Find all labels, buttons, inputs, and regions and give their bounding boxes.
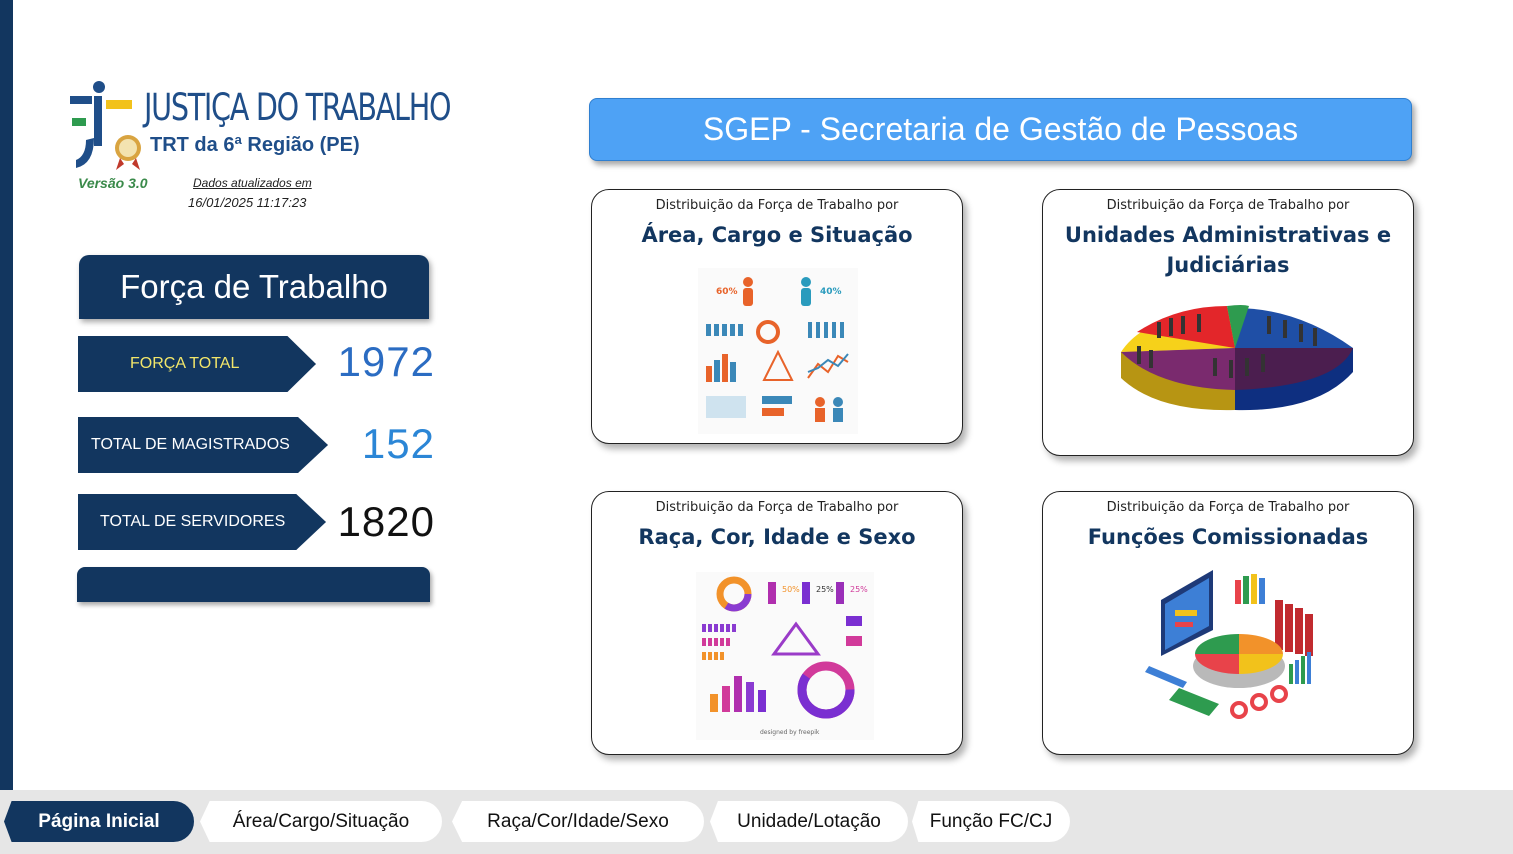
population-pie-chart-icon bbox=[1121, 305, 1353, 411]
card-title: Unidades Administrativas e Judiciárias bbox=[1064, 223, 1392, 277]
svg-text:50%: 50% bbox=[782, 585, 800, 594]
forca-trabalho-footer-bar bbox=[77, 567, 430, 602]
card-title: Funções Comissionadas bbox=[1087, 525, 1369, 549]
jt-emblem-icon bbox=[70, 81, 141, 170]
tab-funcao-fc-cj[interactable]: Função FC/CJ bbox=[912, 801, 1070, 842]
tab-area-cargo-situacao[interactable]: Área/Cargo/Situação bbox=[200, 801, 442, 842]
svg-text:25%: 25% bbox=[816, 585, 834, 594]
card-raca-cor-idade-sexo[interactable]: Distribuição da Força de Trabalho por Ra… bbox=[591, 491, 963, 755]
kpi-label-magistrados: TOTAL DE MAGISTRADOS bbox=[78, 417, 328, 473]
version-label: Versão 3.0 bbox=[78, 175, 148, 191]
forca-trabalho-header: Força de Trabalho bbox=[79, 255, 429, 319]
card-title: Área, Cargo e Situação bbox=[641, 223, 913, 247]
svg-text:60%: 60% bbox=[716, 287, 738, 297]
left-accent-stripe bbox=[0, 0, 13, 790]
card-subtitle: Distribuição da Força de Trabalho por bbox=[1106, 500, 1350, 515]
card-subtitle: Distribuição da Força de Trabalho por bbox=[1106, 198, 1350, 213]
updated-date: 16/01/2025 11:17:23 bbox=[188, 195, 307, 210]
card-subtitle: Distribuição da Força de Trabalho por bbox=[655, 500, 899, 515]
card-title: Raça, Cor, Idade e Sexo bbox=[638, 525, 916, 549]
kpi-label-forca-total: FORÇA TOTAL bbox=[78, 336, 316, 392]
kpi-label-servidores: TOTAL DE SERVIDORES bbox=[78, 494, 326, 550]
card-subtitle: Distribuição da Força de Trabalho por bbox=[655, 198, 899, 213]
kpi-value-forca-total: 1972 bbox=[337, 338, 435, 385]
finance-dashboard-illustration-icon bbox=[1145, 570, 1313, 719]
card-funcoes-comissionadas[interactable]: Distribuição da Força de Trabalho por Fu… bbox=[1042, 491, 1414, 755]
svg-text:25%: 25% bbox=[850, 585, 868, 594]
gender-age-infographic-icon: 50% 25% 25% designed by freepik bbox=[696, 572, 874, 740]
tab-pagina-inicial[interactable]: Página Inicial bbox=[4, 801, 194, 842]
svg-text:designed by freepik: designed by freepik bbox=[760, 729, 820, 736]
tab-unidade-lotacao[interactable]: Unidade/Lotação bbox=[710, 801, 908, 842]
demographics-infographic-icon: 60% 40% bbox=[698, 268, 858, 434]
card-area-cargo-situacao[interactable]: Distribuição da Força de Trabalho por Ár… bbox=[591, 189, 963, 444]
card-unidades[interactable]: Distribuição da Força de Trabalho por Un… bbox=[1042, 189, 1414, 456]
bottom-navigation: Página Inicial Área/Cargo/Situação Raça/… bbox=[0, 790, 1513, 854]
sgep-banner: SGEP - Secretaria de Gestão de Pessoas bbox=[589, 98, 1412, 161]
tab-raca-cor-idade-sexo[interactable]: Raça/Cor/Idade/Sexo bbox=[452, 801, 704, 842]
justica-trabalho-logo: JUSTIÇA DO TRABALHO TRT da 6ª Região (PE… bbox=[68, 78, 451, 178]
kpi-value-magistrados: 152 bbox=[361, 420, 435, 467]
svg-text:40%: 40% bbox=[820, 287, 842, 297]
logo-subtitle: TRT da 6ª Região (PE) bbox=[150, 134, 360, 156]
logo-title: JUSTIÇA DO TRABALHO bbox=[144, 86, 451, 129]
kpi-value-servidores: 1820 bbox=[337, 498, 435, 545]
updated-label: Dados atualizados em bbox=[193, 176, 312, 190]
